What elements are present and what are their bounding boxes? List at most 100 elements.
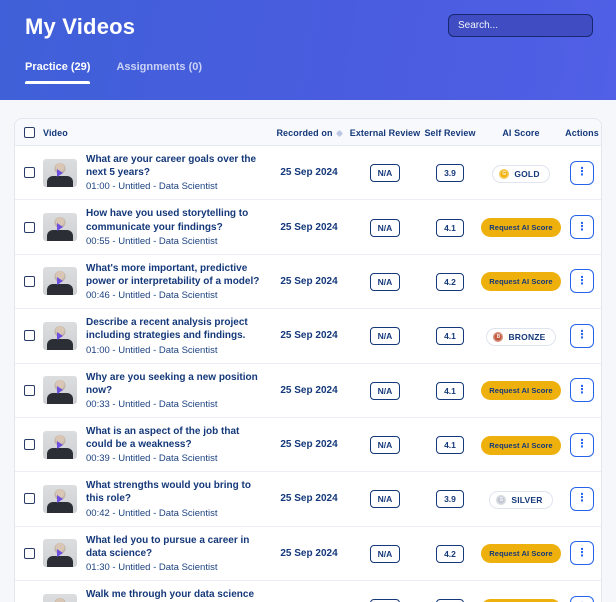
recorded-on-date: 25 Sep 2024	[269, 276, 349, 287]
external-review-value[interactable]: N/A	[370, 490, 401, 508]
video-title[interactable]: What led you to pursue a career in data …	[86, 534, 264, 560]
external-review-value[interactable]: N/A	[370, 164, 401, 182]
video-meta: 01:00 - Untitled - Data Scientist	[86, 181, 264, 192]
video-title[interactable]: What strengths would you bring to this r…	[86, 479, 264, 505]
video-meta: 01:30 - Untitled - Data Scientist	[86, 562, 264, 573]
self-review-score[interactable]: 3.9	[436, 490, 464, 508]
table-row: What is an aspect of the job that could …	[15, 417, 601, 471]
external-review-value[interactable]: N/A	[370, 273, 401, 291]
search-input[interactable]	[448, 14, 593, 37]
row-checkbox[interactable]	[24, 439, 35, 450]
person-figure-body	[47, 393, 73, 404]
video-thumbnail[interactable]	[43, 322, 77, 350]
video-thumbnail[interactable]	[43, 376, 77, 404]
row-actions-button[interactable]: ⋮	[570, 596, 594, 602]
ai-score-medal-badge[interactable]: SSILVER	[489, 491, 552, 509]
row-checkbox[interactable]	[24, 276, 35, 287]
person-figure-body	[47, 448, 73, 459]
person-figure	[55, 598, 66, 602]
row-actions-button[interactable]: ⋮	[570, 161, 594, 185]
videos-table: Video Recorded on External Review Self R…	[14, 118, 602, 602]
video-title[interactable]: Describe a recent analysis project inclu…	[86, 316, 264, 342]
video-title[interactable]: What are your career goals over the next…	[86, 153, 264, 179]
ai-score-cell: BBRONZE	[479, 325, 563, 346]
video-thumbnail[interactable]	[43, 594, 77, 602]
request-ai-score-button[interactable]: Request AI Score	[481, 218, 560, 237]
row-checkbox[interactable]	[24, 493, 35, 504]
request-ai-score-button[interactable]: Request AI Score	[481, 381, 560, 400]
select-all-checkbox[interactable]	[24, 127, 35, 138]
self-review-score[interactable]: 4.1	[436, 219, 464, 237]
self-review-score[interactable]: 4.1	[436, 436, 464, 454]
self-review-score[interactable]: 4.2	[436, 545, 464, 563]
external-review-value[interactable]: N/A	[370, 436, 401, 454]
recorded-on-date: 25 Sep 2024	[269, 385, 349, 396]
ai-score-medal-badge[interactable]: GGOLD	[492, 165, 549, 183]
video-title[interactable]: Why are you seeking a new position now?	[86, 371, 264, 397]
column-header-recorded-on[interactable]: Recorded on	[269, 128, 349, 138]
ai-score-medal-badge[interactable]: BBRONZE	[486, 328, 555, 346]
row-actions-button[interactable]: ⋮	[570, 433, 594, 457]
video-thumbnail[interactable]	[43, 485, 77, 513]
table-row: What led you to pursue a career in data …	[15, 526, 601, 580]
video-thumbnail[interactable]	[43, 267, 77, 295]
table-row: Walk me through your data science educat…	[15, 580, 601, 602]
ai-score-cell: Request AI Score	[479, 543, 563, 563]
request-ai-score-button[interactable]: Request AI Score	[481, 272, 560, 291]
video-title[interactable]: What's more important, predictive power …	[86, 262, 264, 288]
person-figure-body	[47, 339, 73, 350]
sort-icon[interactable]	[336, 130, 343, 137]
video-title[interactable]: How have you used storytelling to commun…	[86, 207, 264, 233]
video-thumbnail[interactable]	[43, 539, 77, 567]
row-actions-button[interactable]: ⋮	[570, 269, 594, 293]
video-thumbnail[interactable]	[43, 159, 77, 187]
external-review-value[interactable]: N/A	[370, 382, 401, 400]
request-ai-score-button[interactable]: Request AI Score	[481, 544, 560, 563]
column-header-actions: Actions	[563, 128, 601, 138]
tab-assignments[interactable]: Assignments (0)	[116, 61, 202, 84]
self-review-score[interactable]: 4.1	[436, 327, 464, 345]
row-actions-button[interactable]: ⋮	[570, 324, 594, 348]
row-checkbox[interactable]	[24, 330, 35, 341]
row-checkbox[interactable]	[24, 167, 35, 178]
play-icon	[57, 223, 63, 231]
video-title[interactable]: Walk me through your data science educat…	[86, 588, 264, 602]
ai-score-cell: Request AI Score	[479, 271, 563, 291]
self-review-score[interactable]: 3.9	[436, 164, 464, 182]
external-review-value[interactable]: N/A	[370, 327, 401, 345]
row-checkbox[interactable]	[24, 548, 35, 559]
row-actions-button[interactable]: ⋮	[570, 487, 594, 511]
self-review-score[interactable]: 4.2	[436, 273, 464, 291]
play-icon	[57, 441, 63, 449]
row-checkbox[interactable]	[24, 222, 35, 233]
tab-practice[interactable]: Practice (29)	[25, 61, 90, 84]
video-title[interactable]: What is an aspect of the job that could …	[86, 425, 264, 451]
page-header: My Videos Practice (29) Assignments (0)	[0, 0, 616, 100]
recorded-on-date: 25 Sep 2024	[269, 548, 349, 559]
external-review-value[interactable]: N/A	[370, 219, 401, 237]
medal-icon: S	[496, 495, 506, 505]
person-figure-body	[47, 556, 73, 567]
video-thumbnail[interactable]	[43, 213, 77, 241]
request-ai-score-button[interactable]: Request AI Score	[481, 436, 560, 455]
row-actions-button[interactable]: ⋮	[570, 378, 594, 402]
self-review-score[interactable]: 4.1	[436, 382, 464, 400]
video-meta: 00:55 - Untitled - Data Scientist	[86, 236, 264, 247]
recorded-on-date: 25 Sep 2024	[269, 222, 349, 233]
video-meta: 01:00 - Untitled - Data Scientist	[86, 345, 264, 356]
column-header-video: Video	[43, 128, 269, 138]
video-thumbnail[interactable]	[43, 431, 77, 459]
person-figure-body	[47, 230, 73, 241]
person-figure-body	[47, 502, 73, 513]
ai-score-cell: Request AI Score	[479, 380, 563, 400]
medal-label: BRONZE	[508, 332, 545, 342]
table-row: What strengths would you bring to this r…	[15, 471, 601, 525]
table-body: What are your career goals over the next…	[15, 146, 601, 602]
row-checkbox[interactable]	[24, 385, 35, 396]
external-review-value[interactable]: N/A	[370, 545, 401, 563]
ai-score-cell: Request AI Score	[479, 598, 563, 602]
video-meta: 00:42 - Untitled - Data Scientist	[86, 508, 264, 519]
row-actions-button[interactable]: ⋮	[570, 541, 594, 565]
row-actions-button[interactable]: ⋮	[570, 215, 594, 239]
video-meta: 00:46 - Untitled - Data Scientist	[86, 290, 264, 301]
